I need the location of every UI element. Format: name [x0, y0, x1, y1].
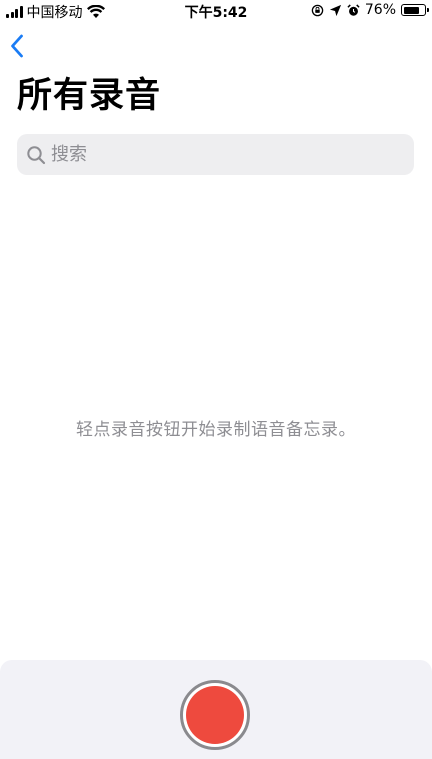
search-bar[interactable]	[17, 134, 414, 175]
search-icon	[27, 145, 46, 164]
status-right: 76%	[311, 2, 429, 18]
chevron-left-icon	[11, 34, 23, 58]
status-bar: 中国移动 下午5:42 76%	[0, 0, 432, 22]
battery-percent: 76%	[364, 2, 396, 18]
alarm-icon	[347, 3, 360, 16]
empty-state-message: 轻点录音按钮开始录制语音备忘录。	[76, 420, 356, 440]
record-button[interactable]	[180, 680, 250, 750]
battery-fill	[403, 6, 419, 14]
carrier-label: 中国移动	[26, 5, 83, 21]
location-icon	[329, 4, 341, 16]
wifi-icon	[86, 5, 105, 18]
back-button[interactable]	[6, 32, 28, 60]
battery-icon	[401, 4, 429, 16]
status-left: 中国移动	[6, 2, 105, 22]
signal-icon	[6, 6, 23, 18]
page-title: 所有录音	[17, 76, 162, 116]
orientation-lock-icon	[311, 4, 324, 16]
search-input[interactable]	[51, 144, 391, 165]
record-dot-icon	[186, 686, 244, 744]
